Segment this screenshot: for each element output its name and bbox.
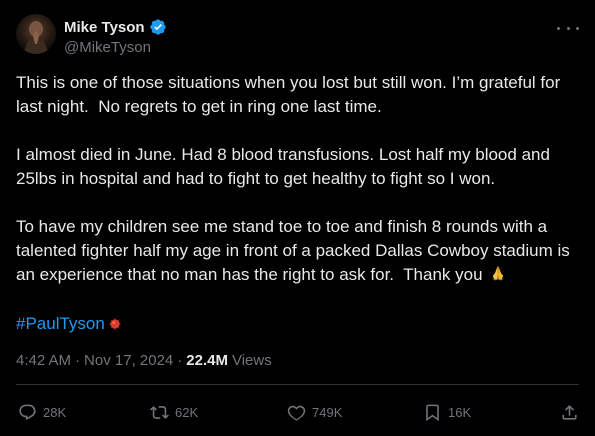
share-icon — [562, 404, 577, 420]
tweet-date[interactable]: Nov 17, 2024 — [84, 352, 173, 369]
folded-hands-emoji-icon — [492, 266, 505, 281]
meta-separator: · — [177, 352, 183, 369]
reply-icon — [19, 404, 36, 420]
repost-icon — [150, 405, 169, 419]
tweet-header: Mike Tyson @MikeTyson — [16, 12, 579, 60]
share-button[interactable] — [560, 400, 579, 424]
tweet-time[interactable]: 4:42 AM — [16, 352, 71, 369]
display-name[interactable]: Mike Tyson — [64, 19, 145, 36]
anger-symbol-emoji-icon — [108, 317, 122, 331]
repost-count: 62K — [175, 404, 199, 420]
tweet-paragraph-3: To have my children see me stand toe to … — [16, 215, 582, 287]
avatar[interactable] — [16, 14, 56, 54]
tweet-meta: 4:42 AM · Nov 17, 2024 · 22.4M Views — [16, 352, 272, 369]
tweet: Mike Tyson @MikeTyson This is one of tho… — [0, 0, 595, 436]
bookmark-button[interactable]: 16K — [423, 400, 471, 424]
tweet-paragraph-1: This is one of those situations when you… — [16, 73, 565, 116]
repost-button[interactable]: 62K — [150, 400, 198, 424]
like-icon — [287, 405, 306, 421]
like-button[interactable]: 749K — [287, 400, 342, 424]
bookmark-count: 16K — [448, 404, 472, 420]
bookmark-icon — [426, 404, 439, 421]
hashtag-row: #PaulTyson — [16, 312, 582, 336]
divider — [16, 384, 579, 385]
reply-count: 28K — [43, 404, 67, 420]
reply-button[interactable]: 28K — [18, 400, 66, 424]
tweet-paragraph-2: I almost died in June. Had 8 blood trans… — [16, 145, 555, 188]
hashtag-text: #PaulTyson — [16, 314, 105, 333]
verified-badge-icon — [149, 19, 166, 35]
handle[interactable]: @MikeTyson — [64, 39, 151, 56]
hashtag-link[interactable]: #PaulTyson — [16, 312, 123, 336]
action-bar: 28K 62K 749K 16K — [16, 400, 579, 424]
meta-separator: · — [75, 352, 81, 369]
name-row: Mike Tyson — [64, 17, 167, 37]
views-count[interactable]: 22.4M — [186, 352, 228, 369]
tweet-text: This is one of those situations when you… — [16, 71, 582, 360]
more-icon[interactable] — [557, 20, 579, 36]
views-label: Views — [231, 352, 272, 369]
like-count: 749K — [312, 404, 343, 420]
